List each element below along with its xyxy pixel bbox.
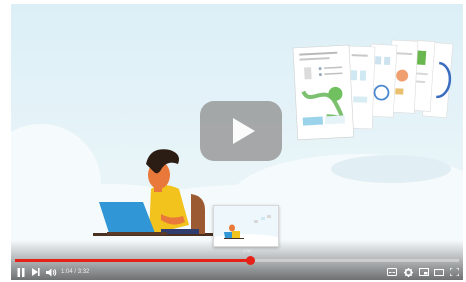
pause-icon (17, 267, 25, 277)
subtitles-icon (387, 268, 397, 276)
volume-button[interactable] (44, 266, 58, 278)
volume-icon (45, 268, 56, 276)
worksheet-pages (292, 39, 454, 141)
seek-preview-time: 1:04 (243, 248, 251, 253)
subtitles-button[interactable] (385, 266, 399, 278)
current-time: 1:04 (61, 269, 73, 275)
settings-button[interactable] (401, 266, 415, 278)
play-icon (233, 118, 255, 144)
pause-button[interactable] (15, 266, 27, 278)
video-player[interactable]: 1:04 1:04 / 3:32 (11, 4, 463, 280)
miniplayer-button[interactable] (417, 266, 431, 278)
theater-icon (434, 268, 444, 276)
fullscreen-icon (449, 268, 459, 276)
preview-image (206, 206, 286, 250)
fullscreen-button[interactable] (447, 266, 461, 278)
scrubber-handle[interactable] (246, 256, 255, 265)
cloud-shadow (331, 155, 451, 183)
gear-icon (403, 267, 413, 277)
next-icon (32, 268, 40, 276)
theater-mode-button[interactable] (432, 266, 446, 278)
progress-played (15, 259, 250, 262)
progress-bar[interactable] (15, 256, 459, 265)
time-display: 1:04 / 3:32 (61, 267, 89, 278)
next-button[interactable] (30, 266, 42, 278)
time-separator: / (74, 269, 77, 275)
large-play-button[interactable] (200, 101, 282, 161)
control-bar: 1:04 / 3:32 (11, 265, 463, 280)
duration: 3:32 (77, 269, 90, 275)
miniplayer-icon (419, 268, 429, 276)
seek-preview-thumbnail (206, 205, 286, 250)
